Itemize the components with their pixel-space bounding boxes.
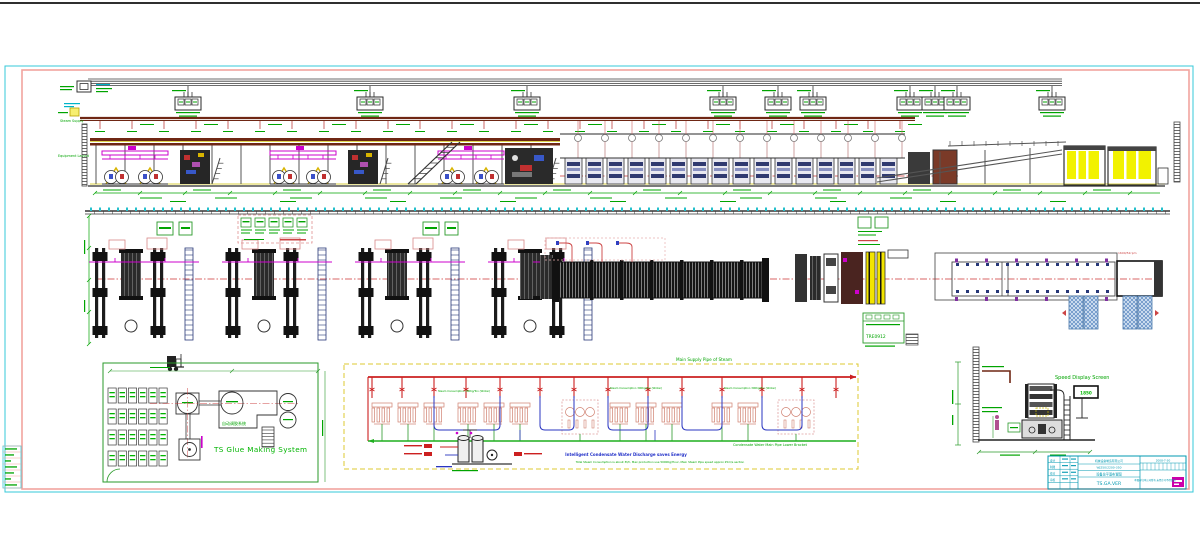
side-view — [952, 347, 1098, 456]
titleblock-note: 本图样归本公司所有·未经许可不得复制 — [1134, 478, 1176, 482]
glue-making-system — [103, 363, 325, 482]
conveyor-speed-label: 1600/52rpm — [1118, 251, 1137, 255]
steam-consumption-label-2: Steam Consumption 300Kg/Ton (Winter) — [610, 386, 662, 390]
titleblock-date: 2008-7-30 — [1156, 459, 1171, 463]
section-label-steam-supply: Steam Supply — [60, 119, 84, 123]
revision-table — [3, 446, 21, 488]
elevation-view — [88, 121, 1180, 186]
titleblock-company: 机械设备制造有限公司 — [1095, 459, 1123, 463]
titleblock-model: WJ250/2200-350 — [1096, 466, 1121, 470]
intelligent-note: Intelligent Condensate Water Discharge s… — [565, 452, 687, 457]
titleblock-approval-1: 制图 — [1050, 465, 1056, 469]
steam-consumption-label-3: Steam Consumption 300Kg/Ton (Winter) — [724, 386, 776, 390]
cad-drawing: TS Glue Making System Speed Display Scre… — [0, 0, 1200, 557]
titleblock-drawing-title: 设备总平面布置图 — [1096, 472, 1122, 477]
condensate-main-label: Condensate Water Main Pipe Lower Bracket — [733, 443, 808, 447]
titleblock-approval-0: 设计 — [1050, 459, 1056, 463]
titleblock-approval-2: 校对 — [1050, 472, 1056, 476]
titleblock-approval-3: 审核 — [1050, 478, 1056, 482]
tick-rail — [85, 208, 1170, 215]
steam-footnote: Total Steam Consumption is about 3t/h, M… — [575, 460, 745, 464]
section-label-equipment-layout: Equipment Layout — [58, 154, 90, 158]
power-busbar — [60, 79, 1062, 92]
elevation-dimensions — [93, 190, 1160, 203]
glue-machine-sublabel: 自动调胶系统 — [222, 420, 246, 426]
plan-view — [84, 214, 1162, 371]
steam-consumption-label-1: Steam Consumption 300Kg/Ton (Winter) — [438, 389, 490, 393]
control-cabinets — [172, 86, 1065, 117]
steam-diagram-title: Main Supply Pipe of Steam — [676, 357, 732, 362]
plan-table-code: TRE0912 — [865, 334, 886, 340]
speed-display-title: Speed Display Screen — [1055, 375, 1109, 381]
glue-system-title: TS Glue Making System — [213, 445, 307, 454]
sheet-frame — [0, 2, 1200, 492]
titleblock-code: TS.GA.VER — [1096, 481, 1122, 487]
speed-display-value: 1850 — [1080, 391, 1092, 396]
cad-sheet: TS Glue Making System Speed Display Scre… — [0, 0, 1200, 557]
